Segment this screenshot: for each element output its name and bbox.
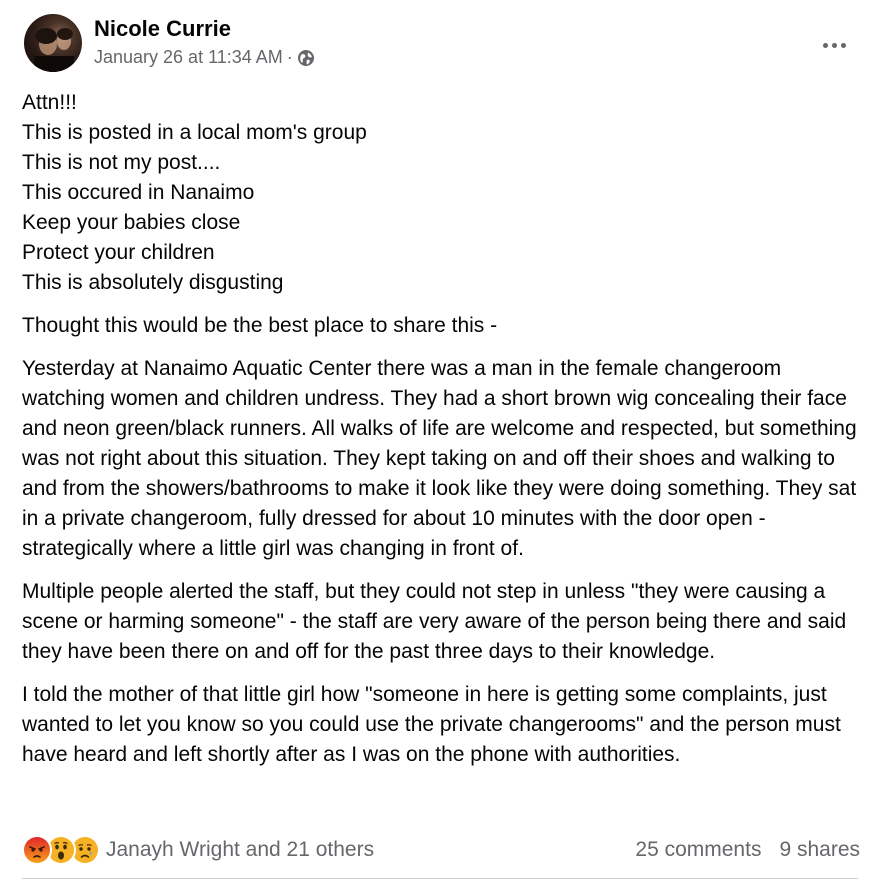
avatar-photo-icon (34, 28, 74, 72)
post-header: Nicole Currie January 26 at 11:34 AM · (24, 14, 864, 74)
post-line: Keep your babies close (22, 211, 241, 234)
post-line: This is posted in a local mom's group (22, 121, 367, 144)
post-paragraph-intro: Attn!!! This is posted in a local mom's … (22, 88, 868, 298)
shares-count[interactable]: 9 shares (779, 838, 860, 862)
meta-separator: · (286, 47, 293, 67)
post-footer: Janayh Wright and 21 others 25 comments … (22, 832, 860, 868)
footer-divider (22, 878, 858, 879)
post-line: This occured in Nanaimo (22, 181, 255, 204)
post-line: Attn!!! (22, 91, 77, 114)
author-name[interactable]: Nicole Currie (94, 16, 231, 42)
post-line: This is absolutely disgusting (22, 271, 284, 294)
post-paragraph: I told the mother of that little girl ho… (22, 683, 841, 766)
post-paragraph: Multiple people alerted the staff, but t… (22, 580, 847, 663)
post-line: Protect your children (22, 241, 215, 264)
reactors-text[interactable]: Janayh Wright and 21 others (106, 838, 374, 862)
post-paragraph: Yesterday at Nanaimo Aquatic Center ther… (22, 357, 857, 560)
post-meta: January 26 at 11:34 AM · (94, 47, 315, 68)
facebook-post: Nicole Currie January 26 at 11:34 AM · A… (0, 0, 880, 882)
more-options-icon[interactable] (814, 30, 854, 60)
reaction-icons (22, 835, 100, 865)
comments-count[interactable]: 25 comments (635, 838, 761, 862)
post-paragraph: Thought this would be the best place to … (22, 314, 498, 337)
avatar[interactable] (24, 14, 82, 72)
post-stats: 25 comments 9 shares (635, 838, 860, 862)
angry-reaction-icon (22, 835, 52, 865)
post-timestamp[interactable]: January 26 at 11:34 AM (94, 47, 283, 68)
post-line: This is not my post.... (22, 151, 221, 174)
globe-icon[interactable] (297, 49, 315, 67)
post-body: Attn!!! This is posted in a local mom's … (22, 88, 868, 783)
reactions-summary[interactable]: Janayh Wright and 21 others (22, 835, 374, 865)
